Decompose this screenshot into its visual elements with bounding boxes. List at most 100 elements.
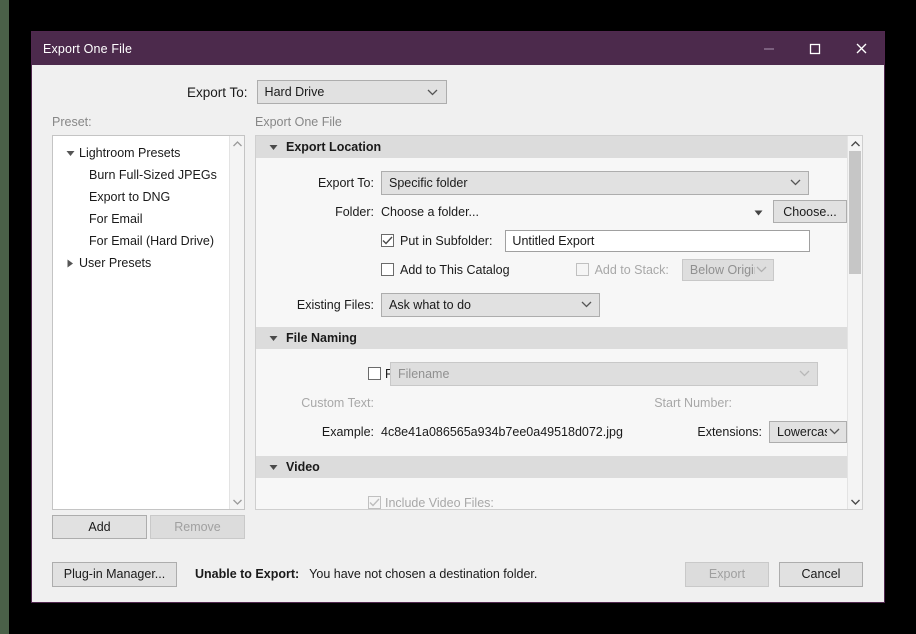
- existing-files-row: Existing Files: Ask what to do: [256, 290, 847, 319]
- scroll-up-arrow-icon[interactable]: [848, 136, 862, 151]
- preset-scrollbar[interactable]: [229, 136, 244, 509]
- example-label: Example:: [321, 424, 374, 439]
- folder-value[interactable]: Choose a folder...: [381, 205, 754, 219]
- add-to-stack-label: Add to Stack:: [594, 262, 669, 277]
- custom-text-row: Custom Text: Start Number:: [256, 388, 847, 417]
- preset-item-label: Burn Full-Sized JPEGs: [89, 168, 217, 182]
- section-header-file-naming[interactable]: File Naming: [256, 327, 847, 349]
- include-video-checkbox-wrap: [256, 496, 381, 509]
- minimize-icon: [764, 47, 774, 50]
- chevron-down-icon: [424, 89, 442, 96]
- preset-item-lightroom-presets[interactable]: Lightroom Presets: [53, 142, 229, 164]
- existing-files-select[interactable]: Ask what to do: [381, 292, 600, 317]
- triangle-down-icon[interactable]: [266, 464, 280, 471]
- settings-panel: Export Location Export To: Specific fold…: [255, 135, 863, 510]
- preset-item-for-email[interactable]: For Email: [53, 208, 229, 230]
- export-destination-row: Export To: Hard Drive: [32, 80, 884, 104]
- custom-text-label: Custom Text:: [301, 395, 374, 410]
- export-to-sublabel: Export To:: [317, 175, 374, 190]
- chevron-down-icon: [827, 428, 842, 435]
- settings-panel-label: Export One File: [255, 115, 342, 129]
- preset-item-for-email-hard-drive[interactable]: For Email (Hard Drive): [53, 230, 229, 252]
- settings-column: Export One File Export Location Export T…: [245, 115, 884, 539]
- export-location-target-row: Export To: Specific folder: [256, 168, 847, 197]
- export-button: Export: [685, 561, 769, 587]
- checkmark-icon: [369, 498, 380, 507]
- window-title: Export One File: [43, 41, 133, 56]
- section-header-video[interactable]: Video: [256, 456, 847, 478]
- dialog-footer: Plug-in Manager... Unable to Export: You…: [32, 546, 884, 602]
- status-message: You have not chosen a destination folder…: [309, 567, 538, 581]
- close-button[interactable]: [838, 32, 884, 65]
- minimize-button[interactable]: [746, 32, 792, 65]
- export-dialog-window: Export One File Export To: Hard Drive Pr…: [31, 31, 885, 603]
- maximize-icon: [809, 43, 821, 54]
- rename-template-value: Filename: [398, 366, 450, 381]
- folder-label: Folder:: [335, 204, 374, 219]
- add-to-catalog-checkbox[interactable]: [381, 263, 394, 276]
- choose-folder-button[interactable]: Choose...: [773, 200, 847, 223]
- chevron-down-icon: [755, 266, 769, 273]
- preset-item-export-to-dng[interactable]: Export to DNG: [53, 186, 229, 208]
- folder-dropdown-icon[interactable]: [754, 203, 763, 221]
- rename-checkbox-wrap: [256, 367, 381, 380]
- extensions-value: Lowercase: [777, 424, 827, 439]
- preset-list-box: Lightroom Presets Burn Full-Sized JPEGs …: [52, 135, 245, 510]
- rename-template-select: Filename: [390, 361, 818, 386]
- desktop-background-strip: [0, 0, 9, 634]
- cancel-button[interactable]: Cancel: [779, 561, 863, 587]
- stack-position-value: Below Original: [689, 262, 755, 277]
- extensions-select[interactable]: Lowercase: [769, 420, 847, 443]
- export-to-label: Export To:: [187, 84, 248, 100]
- export-to-select[interactable]: Hard Drive: [256, 80, 447, 104]
- scroll-up-arrow-icon[interactable]: [230, 136, 244, 151]
- settings-scroll-track[interactable]: [848, 151, 862, 494]
- put-in-subfolder-row: Put in Subfolder: Untitled Export: [256, 226, 847, 255]
- preset-item-user-presets[interactable]: User Presets: [53, 252, 229, 274]
- maximize-button[interactable]: [792, 32, 838, 65]
- preset-item-label: Lightroom Presets: [79, 146, 181, 160]
- include-video-row: Include Video Files:: [256, 488, 847, 509]
- put-in-subfolder-checkbox[interactable]: [381, 234, 394, 247]
- section-title: File Naming: [286, 331, 357, 345]
- preset-item-burn-full-sized-jpegs[interactable]: Burn Full-Sized JPEGs: [53, 164, 229, 186]
- dialog-columns: Preset: Lightroom Presets Burn Full-Size…: [32, 115, 884, 539]
- preset-scroll-track[interactable]: [230, 151, 244, 494]
- preset-item-label: Export to DNG: [89, 190, 171, 204]
- chevron-down-icon: [577, 301, 595, 308]
- stack-position-select: Below Original: [681, 258, 774, 281]
- triangle-down-icon[interactable]: [266, 335, 280, 342]
- add-preset-button[interactable]: Add: [52, 515, 147, 539]
- chevron-down-icon: [786, 179, 804, 186]
- export-location-target-select[interactable]: Specific folder: [381, 170, 809, 195]
- settings-scroll-thumb[interactable]: [849, 151, 861, 275]
- section-title: Video: [286, 460, 320, 474]
- checkmark-icon: [382, 236, 393, 245]
- dialog-body: Export To: Hard Drive Preset: Lightroom …: [32, 65, 884, 602]
- settings-panel-content: Export Location Export To: Specific fold…: [256, 136, 847, 509]
- triangle-down-icon[interactable]: [266, 144, 280, 151]
- triangle-right-icon[interactable]: [63, 259, 77, 268]
- subfolder-name-input[interactable]: Untitled Export: [505, 229, 811, 252]
- export-location-target-value: Specific folder: [389, 175, 468, 190]
- add-to-stack-checkbox: [575, 263, 589, 276]
- preset-label: Preset:: [52, 115, 92, 129]
- status-title: Unable to Export:: [195, 567, 300, 581]
- preset-buttons: Add Remove: [52, 515, 245, 539]
- add-to-catalog-row: Add to This Catalog Add to Stack: Below …: [256, 255, 847, 284]
- preset-column: Preset: Lightroom Presets Burn Full-Size…: [32, 115, 245, 539]
- plugin-manager-button[interactable]: Plug-in Manager...: [52, 561, 177, 587]
- put-in-subfolder-label: Put in Subfolder:: [400, 233, 493, 248]
- section-header-export-location[interactable]: Export Location: [256, 136, 847, 158]
- settings-scrollbar[interactable]: [847, 136, 862, 509]
- preset-item-label: For Email (Hard Drive): [89, 234, 215, 248]
- rename-to-checkbox[interactable]: [368, 367, 381, 380]
- scroll-down-arrow-icon[interactable]: [230, 494, 244, 509]
- include-video-checkbox: [368, 496, 381, 509]
- scroll-down-arrow-icon[interactable]: [848, 494, 862, 509]
- triangle-down-icon[interactable]: [63, 150, 77, 157]
- chevron-down-icon: [795, 370, 813, 377]
- export-to-value: Hard Drive: [264, 85, 325, 99]
- preset-list[interactable]: Lightroom Presets Burn Full-Sized JPEGs …: [53, 136, 229, 509]
- rename-to-row: Rename To: Filename: [256, 359, 847, 388]
